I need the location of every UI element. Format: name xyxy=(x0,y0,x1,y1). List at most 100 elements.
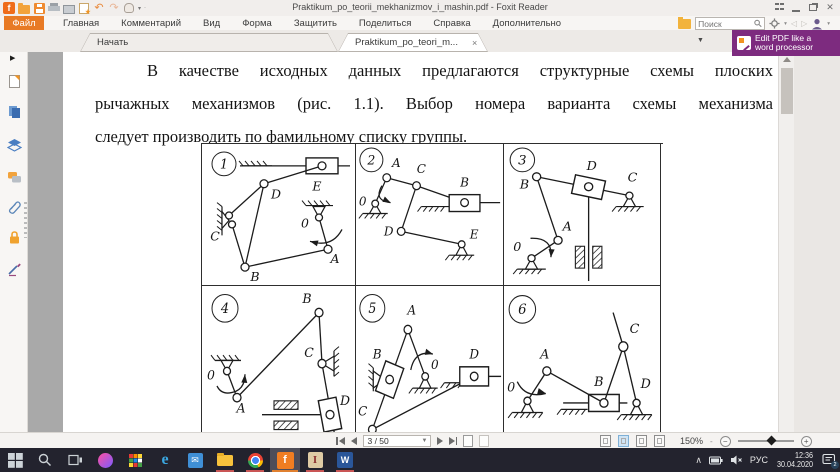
facing-pages-view-icon[interactable] xyxy=(636,435,647,447)
system-tray: ∧ РУС 12:36 30.04.2020 2 xyxy=(695,448,836,472)
language-indicator[interactable]: РУС xyxy=(750,455,768,465)
file-explorer-button[interactable] xyxy=(210,448,240,472)
edge-button[interactable]: e xyxy=(150,448,180,472)
tab-start[interactable]: Начать xyxy=(80,33,338,52)
ribbon-tab-8[interactable]: Дополнительно xyxy=(482,18,572,29)
windows-taskbar: e ✉ f I W ∧ РУС 12:36 30.04.2020 2 xyxy=(0,448,840,472)
gear-dropdown[interactable]: ▾ xyxy=(784,21,787,27)
mail-button[interactable]: ✉ xyxy=(180,448,210,472)
rubik-app-button[interactable] xyxy=(120,448,150,472)
zoom-slider-thumb[interactable] xyxy=(766,435,776,445)
tab-list-dropdown-icon[interactable]: ▼ xyxy=(697,37,704,44)
account-dropdown[interactable]: ▾ xyxy=(827,21,830,27)
page-number-box[interactable]: 3 / 50 ▼ xyxy=(363,435,431,447)
instruction-app-icon: I xyxy=(308,452,323,468)
document-tab-bar: Начать Praktikum_po_teori_m... × ▼ xyxy=(0,30,840,52)
back-icon[interactable]: ◁ xyxy=(791,19,797,28)
status-bar: 3 / 50▼ 150% - − + xyxy=(0,432,840,448)
page-thumbnails-icon[interactable] xyxy=(7,104,22,119)
scrollbar-thumb[interactable] xyxy=(781,68,793,114)
tab-document[interactable]: Praktikum_po_teori_m... × xyxy=(338,33,488,52)
sidebar-splitter-handle[interactable] xyxy=(24,202,27,238)
security-lock-icon[interactable] xyxy=(7,230,22,245)
zoom-in-button[interactable]: + xyxy=(801,436,812,447)
edit-pdf-promo-button[interactable]: Edit PDF like a word processor xyxy=(732,30,840,56)
ribbon-tab-1[interactable]: Главная xyxy=(52,18,110,29)
first-page-button[interactable] xyxy=(336,437,345,445)
account-icon[interactable] xyxy=(811,18,823,30)
layers-icon[interactable] xyxy=(7,138,22,153)
paint3d-icon xyxy=(98,453,113,468)
ribbon-tab-7[interactable]: Справка xyxy=(422,18,481,29)
svg-text:D: D xyxy=(640,377,652,392)
signature-icon[interactable] xyxy=(7,262,22,277)
folder-search-icon[interactable] xyxy=(678,19,691,29)
fit-page-view-icon[interactable] xyxy=(618,435,629,447)
foxit-reader-button[interactable]: f xyxy=(270,448,300,472)
foxit-reader-window: f ↶ ↷ ▾ · Praktikum_po_teorii_mekhanizmo… xyxy=(0,0,840,472)
zoom-out-button[interactable]: − xyxy=(720,436,731,447)
action-center-button[interactable]: 2 xyxy=(822,453,836,467)
svg-text:C: C xyxy=(304,346,314,361)
battery-icon[interactable] xyxy=(709,456,723,465)
previous-page-button[interactable] xyxy=(351,437,357,445)
svg-text:6: 6 xyxy=(518,302,527,318)
start-button[interactable] xyxy=(0,448,30,472)
ribbon-tab-3[interactable]: Вид xyxy=(192,18,231,29)
attachments-icon[interactable] xyxy=(7,200,22,215)
page-dropdown-icon[interactable]: ▼ xyxy=(422,438,428,444)
hidden-icons-chevron[interactable]: ∧ xyxy=(695,455,702,466)
expand-arrow-icon[interactable]: ▶ xyxy=(10,54,15,62)
close-button[interactable]: ✕ xyxy=(824,2,836,13)
svg-text:0: 0 xyxy=(207,368,215,383)
vertical-scrollbar[interactable] xyxy=(778,52,794,432)
svg-text:B: B xyxy=(301,292,311,307)
ribbon-tab-5[interactable]: Защитить xyxy=(283,18,348,29)
bookmarks-icon[interactable] xyxy=(7,74,22,89)
clock[interactable]: 12:36 30.04.2020 xyxy=(777,451,813,469)
chrome-button[interactable] xyxy=(240,448,270,472)
zoom-slider[interactable] xyxy=(738,440,794,442)
comments-icon[interactable] xyxy=(7,170,22,185)
scroll-up-icon[interactable] xyxy=(783,57,791,62)
tab-close-icon[interactable]: × xyxy=(472,38,477,48)
search-input[interactable] xyxy=(698,19,754,29)
maximize-button[interactable] xyxy=(807,2,819,13)
taskbar-search-button[interactable] xyxy=(30,448,60,472)
ribbon-tab-2[interactable]: Комментарий xyxy=(110,18,192,29)
page-navigation: 3 / 50 ▼ xyxy=(336,434,489,448)
forward-icon[interactable]: ▷ xyxy=(801,19,807,28)
ribbon-tab-row: Файл ГлавнаяКомментарийВидФормаЗащититьП… xyxy=(0,16,840,30)
previous-view-button[interactable] xyxy=(463,435,473,447)
svg-text:B: B xyxy=(519,177,529,192)
ribbon-tab-6[interactable]: Поделиться xyxy=(348,18,422,29)
svg-text:A: A xyxy=(406,302,416,318)
svg-text:0: 0 xyxy=(359,194,367,208)
word-button[interactable]: W xyxy=(330,448,360,472)
svg-text:A: A xyxy=(391,156,401,170)
word-icon: W xyxy=(337,452,353,468)
file-tab[interactable]: Файл xyxy=(4,16,44,30)
gear-icon[interactable] xyxy=(769,18,780,29)
ribbon-tab-4[interactable]: Форма xyxy=(231,18,283,29)
paint3d-button[interactable] xyxy=(90,448,120,472)
svg-text:B: B xyxy=(459,176,469,190)
single-page-view-icon[interactable] xyxy=(600,435,611,447)
search-box[interactable] xyxy=(695,17,765,30)
figure-cell-5: 5AB0CD xyxy=(356,286,504,432)
continuous-view-icon[interactable] xyxy=(654,435,665,447)
svg-text:C: C xyxy=(358,403,367,419)
svg-text:D: D xyxy=(383,224,394,238)
instruction-app-button[interactable]: I xyxy=(300,448,330,472)
volume-muted-icon[interactable] xyxy=(730,455,743,465)
figure-cell-6: 6A0BCD xyxy=(504,286,661,432)
windows-logo-icon xyxy=(8,453,23,468)
next-page-button[interactable] xyxy=(437,437,443,445)
page-number-value: 3 / 50 xyxy=(368,436,389,446)
notification-badge: 2 xyxy=(831,461,839,469)
task-view-button[interactable] xyxy=(60,448,90,472)
next-view-button[interactable] xyxy=(479,435,489,447)
ui-options-button[interactable] xyxy=(773,2,785,13)
minimize-button[interactable] xyxy=(790,2,802,13)
last-page-button[interactable] xyxy=(449,437,458,445)
